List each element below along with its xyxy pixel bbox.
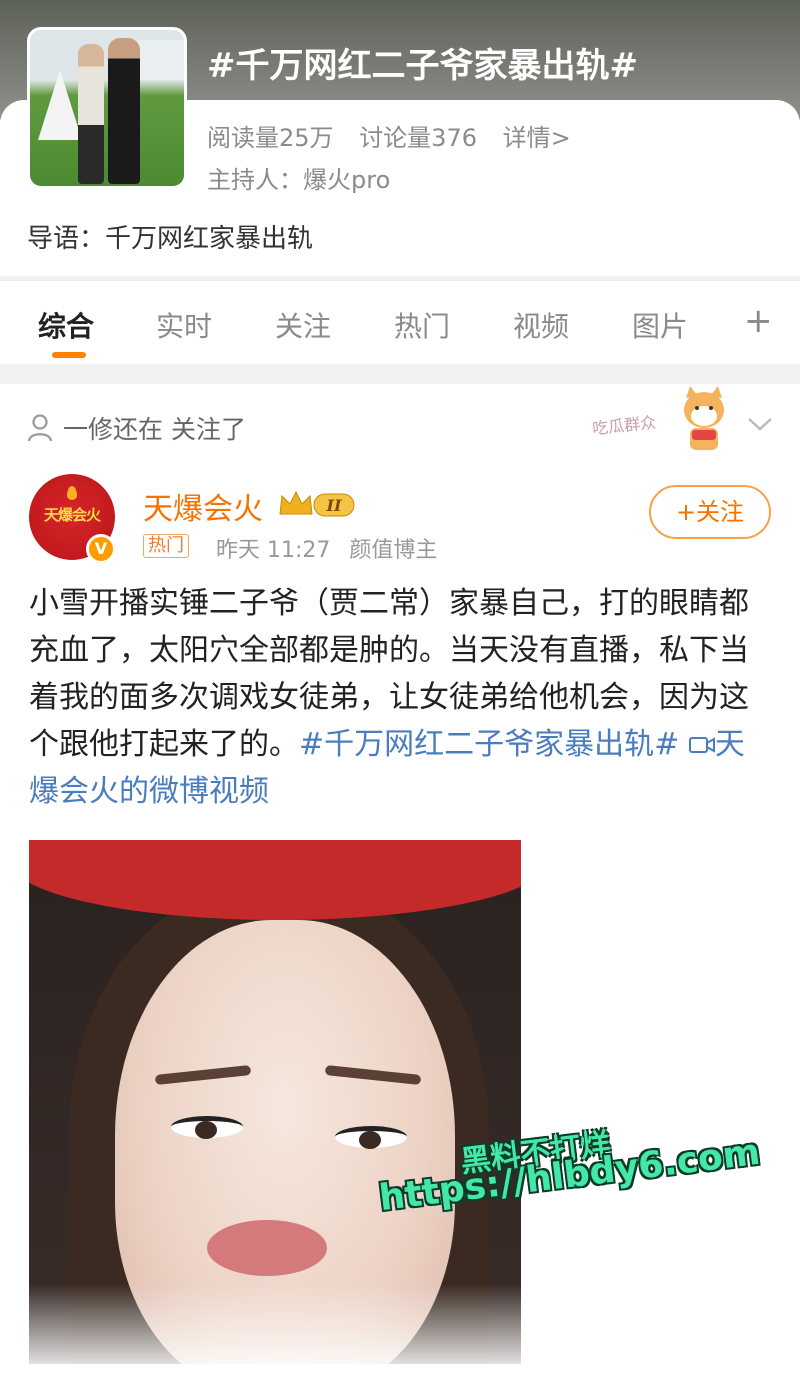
followed-by-line: 一修还在 关注了 (27, 410, 246, 446)
author-category: 颜值博主 (349, 538, 438, 563)
video-left-brow (154, 1065, 252, 1085)
topic-title: #千万网红二子爷家暴出轨# (207, 46, 638, 86)
post-meta: 昨天 11:27 颜值博主 (216, 532, 449, 564)
tab-following[interactable]: 关注 (275, 305, 331, 345)
thumb-person-man (108, 38, 140, 184)
verified-badge-icon: V (86, 534, 116, 564)
tab-video[interactable]: 视频 (513, 305, 569, 345)
video-left-eye (171, 1116, 243, 1139)
melon-eater-sticker: 吃瓜群众 (584, 386, 734, 456)
topic-read-count: 阅读量25万 (207, 124, 334, 152)
video-bottom-fade (29, 1284, 521, 1364)
video-camera-icon (688, 737, 715, 753)
thumb-person-woman (78, 44, 104, 184)
followed-by-text: 一修还在 关注了 (63, 415, 246, 444)
tab-hot[interactable]: 热门 (394, 305, 450, 345)
follow-button[interactable]: +关注 (649, 485, 771, 539)
hot-badge: 热门 (143, 534, 189, 558)
add-tab-icon[interactable]: + (744, 301, 773, 341)
avatar-logo-text: 天爆会火 (43, 506, 101, 524)
active-tab-indicator (52, 352, 86, 358)
topic-cover-image[interactable] (27, 27, 187, 189)
topic-details-link[interactable]: 详情> (503, 124, 571, 152)
sticker-text: 吃瓜群众 (591, 412, 657, 439)
video-red-headband (29, 840, 521, 920)
flame-icon (67, 486, 77, 500)
tab-comprehensive[interactable]: 综合 (38, 305, 94, 345)
chevron-down-icon[interactable] (746, 414, 774, 434)
person-icon (27, 414, 53, 442)
tab-images[interactable]: 图片 (632, 305, 688, 345)
topic-tab-bar: 综合 实时 关注 热门 视频 图片 + (0, 280, 800, 364)
hashtag-link[interactable]: #千万网红二子爷家暴出轨# (299, 727, 679, 762)
post-body: 小雪开播实锤二子爷（贾二常）家暴自己，打的眼睛都充血了，太阳穴全部都是肿的。当天… (29, 580, 774, 815)
post-time: 昨天 11:27 (216, 538, 331, 563)
author-name[interactable]: 天爆会火 (143, 484, 263, 528)
weibo-post-card: 一修还在 关注了 吃瓜群众 天爆会火 V 天爆会火 II 热门 昨天 11:27… (0, 384, 800, 1374)
video-right-eye (335, 1126, 407, 1149)
tab-realtime[interactable]: 实时 (156, 305, 212, 345)
topic-intro: 导语：千万网红家暴出轨 (27, 224, 314, 254)
topic-host[interactable]: 主持人：爆火pro (207, 160, 390, 195)
video-lips (207, 1220, 327, 1276)
topic-discussion-count: 讨论量376 (359, 124, 477, 152)
topic-stats: 阅读量25万 讨论量376 详情> (207, 118, 589, 153)
thumb-tent (38, 70, 82, 140)
crown-level-badge-icon: II (279, 490, 355, 517)
shiba-dog-icon (684, 386, 724, 450)
video-right-brow (324, 1065, 422, 1085)
level-text: II (326, 496, 342, 515)
video-thumbnail[interactable] (29, 840, 521, 1364)
